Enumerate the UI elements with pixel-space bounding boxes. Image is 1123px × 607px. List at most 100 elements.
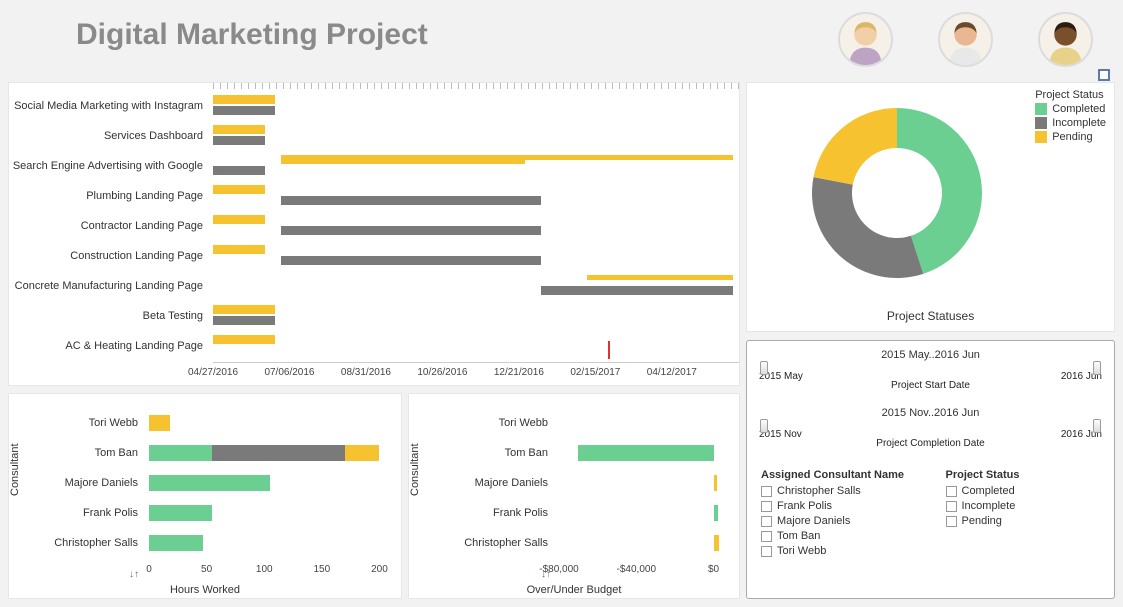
donut-slice[interactable] (814, 108, 897, 185)
hours-bar-segment[interactable] (149, 475, 270, 491)
checkbox-icon[interactable] (761, 501, 772, 512)
checkbox-icon[interactable] (761, 546, 772, 557)
gantt-row-label: Beta Testing (9, 310, 209, 322)
budget-row-label: Tori Webb (409, 417, 554, 429)
gantt-bar[interactable] (213, 185, 265, 194)
checkbox-icon[interactable] (946, 501, 957, 512)
budget-bar[interactable] (714, 505, 719, 521)
hours-row-label: Majore Daniels (9, 477, 144, 489)
avatar-3[interactable] (1038, 12, 1093, 67)
gantt-bar[interactable] (213, 316, 275, 325)
gantt-tick: 12/21/2016 (494, 367, 544, 378)
budget-row: Frank Polis (409, 498, 739, 528)
gantt-row-label: AC & Heating Landing Page (9, 340, 209, 352)
hours-bar-segment[interactable] (149, 445, 212, 461)
gantt-bar[interactable] (281, 226, 541, 235)
budget-row-label: Tom Ban (409, 447, 554, 459)
legend-item[interactable]: Pending (1035, 131, 1106, 143)
budget-bar[interactable] (714, 475, 718, 491)
gantt-row-label: Plumbing Landing Page (9, 190, 209, 202)
donut-slice[interactable] (812, 177, 923, 278)
gantt-bar[interactable] (281, 196, 541, 205)
legend-swatch (1035, 131, 1047, 143)
slider1-range: 2015 May..2016 Jun (757, 349, 1104, 361)
hours-row-label: Tom Ban (9, 447, 144, 459)
sort-indicator-icon[interactable]: ↓↑ (541, 569, 551, 580)
slider2-handle-min[interactable] (760, 419, 768, 433)
legend-label: Incomplete (1052, 117, 1106, 129)
gantt-bar[interactable] (213, 245, 265, 254)
gantt-bar[interactable] (213, 136, 265, 145)
slider-start-date[interactable]: 2015 May..2016 Jun 2015 May 2016 Jun Pro… (757, 349, 1104, 391)
sort-indicator-icon[interactable]: ↓↑ (129, 569, 139, 580)
slider2-handle-max[interactable] (1093, 419, 1101, 433)
consultant-checkbox-row[interactable]: Tori Webb (761, 545, 916, 557)
hours-bar-segment[interactable] (149, 415, 170, 431)
consultant-checkbox-row[interactable]: Majore Daniels (761, 515, 916, 527)
gantt-bar[interactable] (281, 155, 525, 164)
page-title: Digital Marketing Project (76, 18, 428, 52)
gantt-tick: 10/26/2016 (417, 367, 467, 378)
gantt-bar[interactable] (213, 305, 275, 314)
hours-chart[interactable]: Consultant Tori WebbTom BanMajore Daniel… (8, 393, 402, 599)
hours-bar-segment[interactable] (212, 445, 345, 461)
slider1-handle-max[interactable] (1093, 361, 1101, 375)
consultant-checkbox-row[interactable]: Frank Polis (761, 500, 916, 512)
hours-bar-segment[interactable] (149, 535, 203, 551)
gantt-bar[interactable] (525, 155, 733, 160)
checkbox-icon[interactable] (946, 516, 957, 527)
gantt-bar[interactable] (213, 106, 275, 115)
hours-bar-segment[interactable] (149, 505, 212, 521)
slider-completion-date[interactable]: 2015 Nov..2016 Jun 2015 Nov 2016 Jun Pro… (757, 407, 1104, 449)
budget-bar[interactable] (714, 535, 720, 551)
checkbox-icon[interactable] (761, 531, 772, 542)
hours-row: Tom Ban (9, 438, 401, 468)
checkbox-icon[interactable] (761, 486, 772, 497)
consultant-checkbox-row[interactable]: Tom Ban (761, 530, 916, 542)
gantt-bar[interactable] (213, 95, 275, 104)
avatar-2[interactable] (938, 12, 993, 67)
consultant-checkbox-row[interactable]: Christopher Salls (761, 485, 916, 497)
gantt-bar[interactable] (281, 256, 541, 265)
gantt-bar[interactable] (213, 166, 265, 175)
hours-x-title: Hours Worked (9, 584, 401, 596)
legend-title: Project Status (1035, 89, 1106, 101)
gantt-row-label: Services Dashboard (9, 130, 209, 142)
status-checkbox-row[interactable]: Pending (946, 515, 1101, 527)
budget-chart[interactable]: Consultant Tori WebbTom BanMajore Daniel… (408, 393, 740, 599)
legend-swatch (1035, 117, 1047, 129)
legend-item[interactable]: Incomplete (1035, 117, 1106, 129)
status-checkbox-row[interactable]: Completed (946, 485, 1101, 497)
hours-tick: 0 (146, 564, 152, 575)
hours-tick: 200 (371, 564, 388, 575)
hours-bar-segment[interactable] (345, 445, 380, 461)
gantt-bar[interactable] (587, 275, 733, 280)
hours-tick: 150 (314, 564, 331, 575)
gantt-ruler (213, 83, 739, 89)
checkbox-icon[interactable] (761, 516, 772, 527)
legend-swatch (1035, 103, 1047, 115)
legend-item[interactable]: Completed (1035, 103, 1106, 115)
maximize-icon[interactable] (1098, 69, 1110, 81)
hours-tick: 100 (256, 564, 273, 575)
gantt-bar[interactable] (213, 125, 265, 134)
slider1-track[interactable] (761, 365, 1100, 369)
checkbox-icon[interactable] (946, 486, 957, 497)
filter-statuses: Project Status CompletedIncompletePendin… (946, 469, 1101, 560)
slider1-handle-min[interactable] (760, 361, 768, 375)
gantt-row: Beta Testing (9, 301, 739, 331)
hours-x-ticks: 050100150200 (149, 564, 391, 582)
donut-chart[interactable]: Project Status Completed Incomplete Pendin… (746, 82, 1115, 332)
filter-panel: 2015 May..2016 Jun 2015 May 2016 Jun Pro… (746, 340, 1115, 599)
gantt-bar[interactable] (213, 335, 275, 344)
legend-label: Pending (1052, 131, 1092, 143)
gantt-chart[interactable]: 04/27/201607/06/201608/31/201610/26/2016… (8, 82, 740, 386)
status-checkbox-row[interactable]: Incomplete (946, 500, 1101, 512)
gantt-bar[interactable] (213, 215, 265, 224)
today-marker (608, 341, 610, 359)
gantt-bar[interactable] (541, 286, 733, 295)
gantt-row: AC & Heating Landing Page (9, 331, 739, 361)
budget-bar[interactable] (578, 445, 713, 461)
slider2-track[interactable] (761, 423, 1100, 427)
avatar-1[interactable] (838, 12, 893, 67)
